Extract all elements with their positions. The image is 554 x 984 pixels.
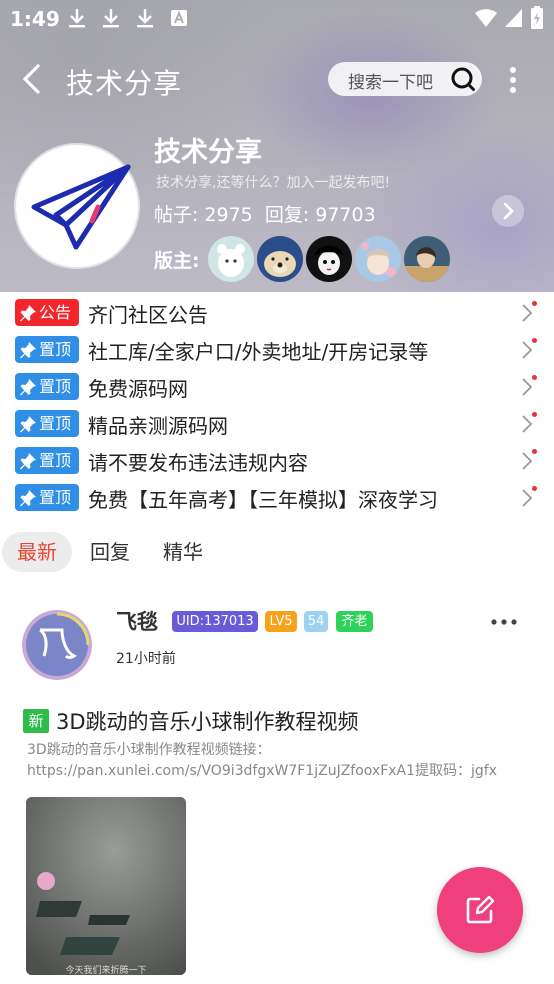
search-placeholder: 搜索一下吧 <box>348 73 433 93</box>
forum-stats: 帖子: 2975 回复: 97703 <box>154 200 382 227</box>
download-icon <box>137 9 153 28</box>
forum-logo <box>16 145 138 267</box>
pin-icon <box>20 416 36 433</box>
moderator-avatar[interactable] <box>404 236 450 282</box>
moderator-avatar[interactable] <box>355 236 401 282</box>
notice-row[interactable]: 公告 齐门社区公告 <box>0 294 554 331</box>
edit-icon <box>466 895 495 924</box>
unread-dot <box>532 301 537 306</box>
tab-replies[interactable]: 回复 <box>90 532 130 572</box>
system-icons <box>474 6 544 30</box>
notice-text: 免费【五年高考】【三年模拟】深夜学习 <box>88 488 438 512</box>
paper-plane-icon <box>31 164 131 250</box>
pin-icon <box>20 453 36 470</box>
page-title: 技术分享 <box>66 67 183 100</box>
chevron-right-icon <box>522 304 533 322</box>
pinned-notice-list: 公告 齐门社区公告 置顶 社工库/全家户口/外卖地址/开房记录等 置顶 免费源码… <box>0 294 554 516</box>
unread-dot <box>532 375 537 380</box>
notice-text: 免费源码网 <box>88 377 188 401</box>
sort-tabs: 最新 回复 精华 <box>0 528 554 574</box>
post-image[interactable]: 今天我们来折腾一下 <box>26 797 186 975</box>
forum-description: 技术分享,还等什么？加入一起发布吧! <box>156 175 391 191</box>
compose-button[interactable] <box>437 867 523 953</box>
pinned-badge: 置顶 <box>15 447 79 474</box>
moderator-avatar[interactable] <box>306 236 352 282</box>
title-badge: 齐老 <box>336 611 373 632</box>
post-title[interactable]: 3D跳动的音乐小球制作教程视频 <box>56 706 359 736</box>
signal-icon <box>505 9 522 27</box>
tab-latest[interactable]: 最新 <box>2 532 72 572</box>
notice-text: 社工库/全家户口/外卖地址/开房记录等 <box>88 340 429 364</box>
more-horizontal-icon[interactable] <box>490 618 518 626</box>
replies-count: 97703 <box>315 204 376 226</box>
unread-dot <box>532 412 537 417</box>
app-notification-icon <box>171 10 187 26</box>
pinned-badge: 置顶 <box>15 373 79 400</box>
pinned-badge: 置顶 <box>15 336 79 363</box>
back-arrow-icon[interactable] <box>18 62 48 96</box>
unread-dot <box>532 338 537 343</box>
author-avatar[interactable] <box>22 610 92 680</box>
forum-info-button[interactable] <box>492 195 524 227</box>
forum-name: 技术分享 <box>154 137 262 168</box>
announcement-badge: 公告 <box>15 299 79 326</box>
post-excerpt: 3D跳动的音乐小球制作教程视频链接： https://pan.xunlei.co… <box>27 740 527 782</box>
author-name[interactable]: 飞毯 <box>116 606 158 636</box>
pin-icon <box>20 379 36 396</box>
excerpt-line: https://pan.xunlei.com/s/VO9i3dfgxW7F1jZ… <box>27 763 498 779</box>
wifi-icon <box>475 9 497 27</box>
notice-row[interactable]: 置顶 社工库/全家户口/外卖地址/开房记录等 <box>0 331 554 368</box>
search-box[interactable]: 搜索一下吧 <box>328 62 482 96</box>
uid-badge: UID:137013 <box>172 611 258 632</box>
notice-row[interactable]: 置顶 免费【五年高考】【三年模拟】深夜学习 <box>0 479 554 516</box>
level-badge: LV5 <box>265 611 297 632</box>
chevron-right-icon <box>522 489 533 507</box>
post-time: 21小时前 <box>116 651 176 667</box>
moderator-list <box>208 236 450 282</box>
more-options-icon[interactable] <box>505 66 521 94</box>
chevron-right-icon <box>522 452 533 470</box>
moderators-label: 版主: <box>154 250 200 272</box>
notice-row[interactable]: 置顶 精品亲测源码网 <box>0 405 554 442</box>
forum-header: 1:49 技术分享 搜索一下吧 技术分享 技术分享,还等什么？加入一起发布吧! … <box>0 0 554 292</box>
excerpt-line: 3D跳动的音乐小球制作教程视频链接： <box>27 742 271 758</box>
pin-icon <box>20 490 36 507</box>
download-icon <box>69 9 85 28</box>
unread-dot <box>532 449 537 454</box>
notice-text: 精品亲测源码网 <box>88 414 228 438</box>
unread-dot <box>532 486 537 491</box>
battery-icon <box>531 6 543 29</box>
search-icon[interactable] <box>450 66 476 92</box>
download-icon <box>103 9 119 28</box>
notice-row[interactable]: 置顶 免费源码网 <box>0 368 554 405</box>
pin-icon <box>20 342 36 359</box>
pin-icon <box>20 305 36 322</box>
chevron-right-icon <box>522 341 533 359</box>
notification-icons <box>66 7 190 29</box>
posts-count: 2975 <box>204 204 253 226</box>
chevron-right-icon <box>522 378 533 396</box>
status-time: 1:49 <box>10 7 60 31</box>
posts-label: 帖子: <box>154 204 199 226</box>
chevron-right-icon <box>522 415 533 433</box>
notice-text: 齐门社区公告 <box>88 303 208 327</box>
image-caption: 今天我们来折腾一下 <box>65 964 146 975</box>
moderator-avatar[interactable] <box>257 236 303 282</box>
replies-label: 回复: <box>264 204 310 226</box>
status-bar: 1:49 <box>0 0 554 38</box>
pinned-badge: 置顶 <box>15 484 79 511</box>
pinned-badge: 置顶 <box>15 410 79 437</box>
moderator-avatar[interactable] <box>208 236 254 282</box>
tab-featured[interactable]: 精华 <box>163 532 203 572</box>
notice-text: 请不要发布违法违规内容 <box>88 451 308 475</box>
new-badge: 新 <box>23 709 49 733</box>
chevron-right-icon <box>503 202 514 220</box>
number-badge: 54 <box>304 611 328 632</box>
notice-row[interactable]: 置顶 请不要发布违法违规内容 <box>0 442 554 479</box>
